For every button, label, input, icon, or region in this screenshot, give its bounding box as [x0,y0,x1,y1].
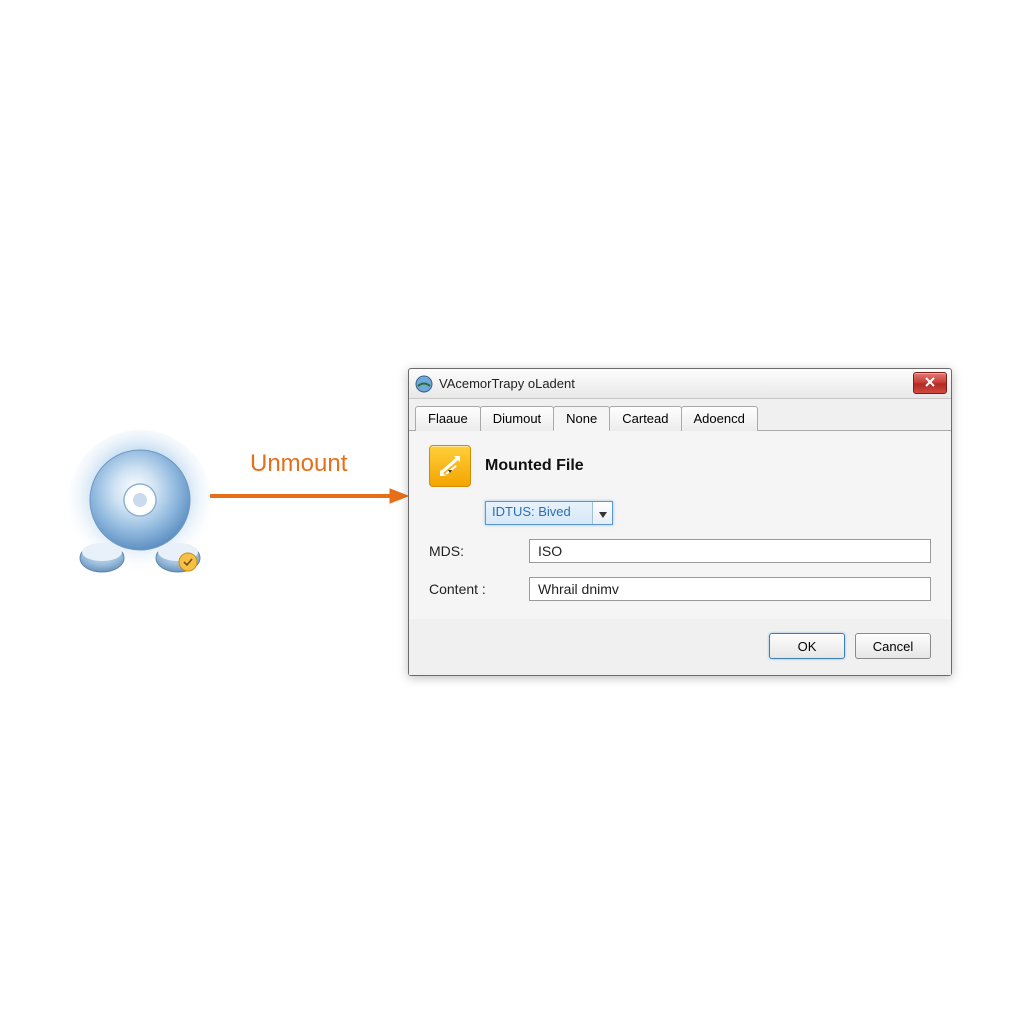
arrow-left-to-dialog [210,486,410,506]
content-input[interactable] [529,577,931,601]
tab-diumout[interactable]: Diumout [480,406,554,431]
cancel-button[interactable]: Cancel [855,633,931,659]
content-label: Content : [429,581,529,597]
tabstrip: Flaaue Diumout None Cartead Adoencd [409,399,951,430]
tab-panel: Mounted File IDTUS: Bived MDS: Content : [409,430,951,619]
section-title: Mounted File [485,457,584,475]
dropdown-value: IDTUS: Bived [486,502,592,524]
dialog-title: VAcemorTrapy oLadent [439,376,575,391]
mds-label: MDS: [429,543,529,559]
tab-cartead[interactable]: Cartead [609,406,681,431]
mounted-file-dropdown[interactable]: IDTUS: Bived [485,501,613,525]
close-icon [924,376,936,391]
ok-button[interactable]: OK [769,633,845,659]
app-icon [415,375,433,393]
dialog-buttons: OK Cancel [409,619,951,675]
chevron-down-icon [599,506,607,521]
mounted-file-icon [429,445,471,487]
mds-input[interactable] [529,539,931,563]
close-button[interactable] [913,372,947,394]
tab-flaaue[interactable]: Flaaue [415,406,481,431]
section-header: Mounted File [429,445,931,487]
tab-none[interactable]: None [553,406,610,431]
tab-adoencd[interactable]: Adoencd [681,406,758,431]
dropdown-button[interactable] [592,502,612,524]
row-mds: MDS: [429,539,931,563]
dialog-window: VAcemorTrapy oLadent Flaaue Diumout None… [408,368,952,676]
annotation-unmount: Unmount [250,450,347,478]
titlebar[interactable]: VAcemorTrapy oLadent [409,369,951,399]
disc-drive-icon [60,430,220,590]
row-content: Content : [429,577,931,601]
